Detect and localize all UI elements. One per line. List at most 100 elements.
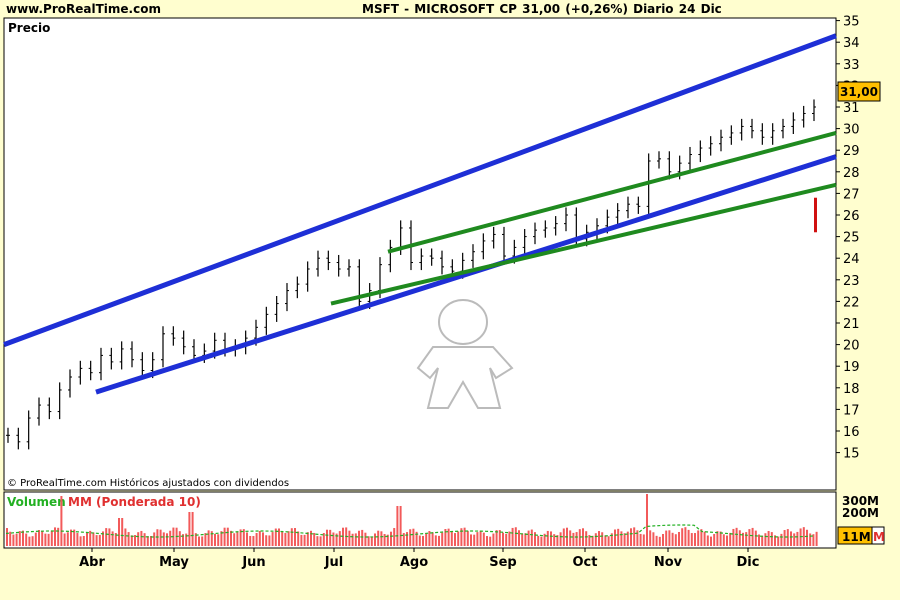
y-tick-label: 33 — [843, 58, 860, 73]
volume-bar — [732, 528, 735, 546]
volume-label: Volumen — [7, 495, 66, 509]
volume-bar — [124, 528, 127, 546]
volume-bar — [719, 531, 722, 546]
y-tick-label: 18 — [843, 382, 860, 397]
volume-bar — [47, 533, 50, 546]
volume-bar — [329, 529, 332, 546]
volume-bar — [31, 536, 34, 546]
volume-bar — [553, 534, 556, 546]
volume-bar — [614, 529, 616, 546]
volume-bar — [518, 530, 520, 546]
volume-bar — [703, 531, 706, 546]
volume-bar — [332, 532, 335, 546]
volume-bar — [598, 531, 600, 546]
volume-bar — [287, 531, 290, 546]
volume-bar — [76, 533, 79, 546]
volume-bar — [370, 536, 373, 546]
volume-bar — [390, 531, 392, 546]
volume-bar — [63, 533, 66, 546]
volume-bar — [82, 536, 85, 546]
volume-bar — [54, 527, 56, 546]
volume-bar — [655, 535, 658, 546]
volume-bar — [578, 529, 581, 546]
volume-bar — [9, 531, 12, 546]
month-axis: Abr May Jun Jul Ago Sep Oct Nov Dic — [79, 548, 759, 570]
volume-bar — [706, 535, 709, 546]
volume-bar — [594, 533, 597, 546]
volume-bar — [66, 532, 69, 546]
volume-bar — [783, 530, 786, 546]
volume-bar — [290, 528, 293, 546]
volume-bar — [178, 531, 181, 546]
month-label: Dic — [737, 555, 760, 570]
volume-bar — [559, 532, 562, 546]
pending-bar — [814, 197, 817, 233]
volume-bar — [207, 530, 210, 546]
y-tick-label: 30 — [843, 123, 860, 138]
volume-bar — [604, 535, 607, 546]
volume-bar — [18, 531, 21, 546]
volume-bar — [422, 535, 424, 546]
volume-bar — [652, 532, 655, 546]
volume-bar — [630, 528, 632, 546]
volume-bar — [639, 533, 642, 546]
volume-bar — [25, 533, 28, 546]
month-label: Sep — [489, 555, 517, 570]
volume-bar — [252, 536, 255, 546]
volume-bar — [233, 533, 236, 546]
volume-bar — [95, 535, 98, 546]
volume-bar — [399, 506, 402, 546]
volume-bar — [540, 536, 543, 546]
volume-bar — [316, 536, 319, 546]
volume-bar — [153, 532, 156, 546]
volume-tick-200m: 200M — [842, 506, 879, 520]
volume-bar — [297, 531, 300, 546]
volume-bar — [434, 535, 437, 546]
y-tick-label: 35 — [843, 15, 860, 30]
volume-bar — [201, 536, 204, 546]
volume-bar — [620, 531, 623, 546]
volume-bar — [412, 528, 415, 546]
volume-bar — [550, 531, 552, 546]
volume-bar — [271, 532, 274, 546]
volume-bar — [489, 536, 492, 546]
volume-bar — [98, 534, 101, 546]
volume-bar — [230, 530, 232, 546]
volume-bar — [591, 535, 594, 546]
y-tick-label: 27 — [843, 187, 860, 202]
volume-bar — [265, 535, 268, 546]
month-label: Jun — [241, 555, 265, 570]
volume-bar — [361, 529, 364, 546]
volume-bar — [191, 512, 194, 546]
volume-bar — [441, 532, 444, 546]
volume-bar — [790, 531, 792, 546]
ma-label: (Ponderada 10) — [96, 495, 201, 509]
y-tick-label: 15 — [843, 447, 860, 462]
volume-bar — [665, 530, 668, 546]
volume-bar — [690, 533, 693, 546]
volume-bar — [735, 527, 738, 546]
volume-bar — [585, 531, 588, 546]
volume-bar — [527, 530, 530, 546]
volume-bar — [780, 533, 783, 546]
volume-bar — [367, 536, 370, 546]
volume-bar — [806, 529, 808, 546]
volume-bar — [508, 531, 511, 546]
volume-bar — [358, 530, 360, 546]
volume-bar — [354, 533, 357, 546]
volume-bar — [617, 528, 620, 546]
volume-bar — [684, 527, 687, 546]
volume-bar — [44, 533, 47, 546]
y-tick-label: 17 — [843, 403, 860, 418]
volume-bar — [521, 533, 524, 546]
volume-bar — [524, 533, 527, 546]
last-volume-text: 11M — [842, 530, 871, 544]
volume-bar — [409, 529, 412, 546]
volume-bar — [764, 533, 767, 546]
volume-bar — [607, 536, 610, 546]
volume-bar — [348, 530, 351, 546]
volume-bar — [562, 528, 565, 546]
volume-bar — [306, 532, 309, 546]
month-label: Ago — [400, 555, 428, 570]
volume-bar — [418, 535, 421, 546]
